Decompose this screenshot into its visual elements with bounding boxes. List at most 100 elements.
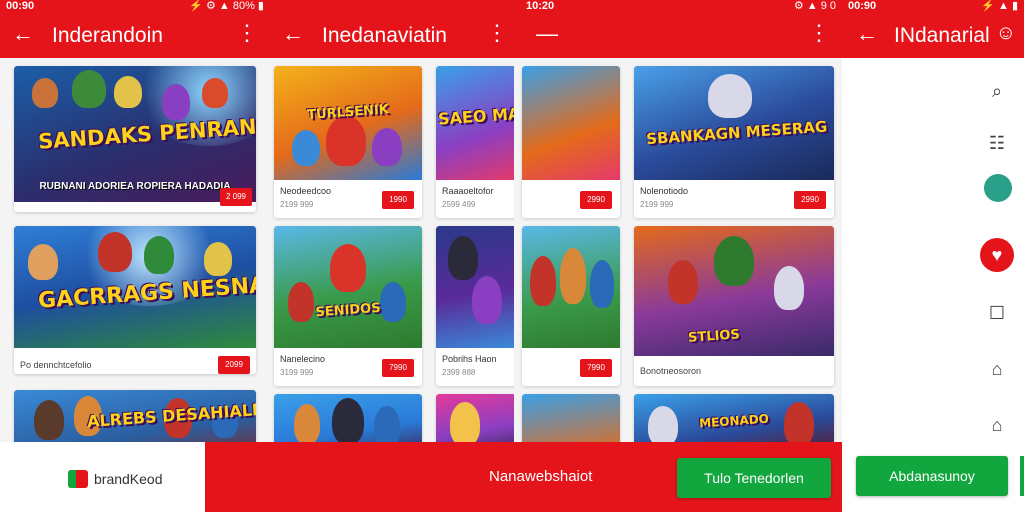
home-outline-icon[interactable]: ⌂: [982, 410, 1012, 440]
game-cover-image: [522, 394, 620, 442]
next-button-edge[interactable]: [1020, 456, 1024, 496]
game-card[interactable]: TURLSENIK Neodeedcoo 2199 999 1990: [274, 66, 422, 218]
game-card[interactable]: SANDAKS PENRANKO RUBNANI ADORIEA ROPIERA…: [14, 66, 256, 212]
overflow-menu-icon[interactable]: ⋮: [486, 22, 508, 44]
favorite-heart-icon[interactable]: ♥: [980, 238, 1014, 272]
game-cover-image: SANDAKS PENRANKO RUBNANI ADORIEA ROPIERA…: [14, 66, 256, 202]
game-grid-panel: 2990 7990 SBANKAGN MESERAG Nolenotiodo 2…: [514, 58, 842, 442]
game-banner-text: GACRRAGS NESNANI: [37, 270, 256, 314]
back-arrow-icon[interactable]: ←: [856, 23, 878, 45]
status-bar: 00:90 ⚡ ⚙ ▲ 80% ▮: [0, 0, 270, 13]
menu-icon[interactable]: —: [536, 23, 558, 45]
game-card[interactable]: SENIDOS Nanelecino 3199 999 7990: [274, 226, 422, 386]
game-meta: 3199 999: [280, 368, 314, 377]
app-bar: ← INdanarial ☺: [842, 13, 1024, 58]
status-icons: ⚡ ▲ ▮: [981, 0, 1018, 12]
game-meta: 2399 888: [442, 368, 476, 377]
game-card[interactable]: SAEO MAHI Raaaoeltofor 2599 499: [436, 66, 516, 218]
profile-avatar[interactable]: [984, 174, 1012, 202]
game-card[interactable]: 2990: [522, 66, 620, 218]
game-cover-image: MEONADO: [634, 394, 834, 442]
game-banner-text: TURLSENIK: [306, 102, 390, 123]
game-card[interactable]: 7990: [522, 226, 620, 386]
price-button[interactable]: 2990: [580, 191, 612, 209]
game-cover-image: SBANKAGN MESERAG: [634, 66, 834, 180]
status-bar: [270, 0, 520, 13]
back-arrow-icon[interactable]: ←: [12, 23, 34, 45]
status-time: 00:90: [848, 0, 877, 12]
price-button[interactable]: 2099: [218, 356, 250, 374]
game-cover-image: STLIOS: [634, 226, 834, 356]
chat-icon[interactable]: ☷: [982, 128, 1012, 158]
app-title: INdanarial: [894, 24, 990, 47]
status-icons: ⚙ ▲ 9 0: [793, 0, 836, 12]
game-banner-text: STLIOS: [687, 327, 741, 346]
install-button[interactable]: Tulo Tenedorlen: [677, 458, 831, 498]
search-icon[interactable]: ⌕: [982, 76, 1012, 106]
game-card[interactable]: [522, 394, 620, 442]
status-bar: 00:90 ⚡ ▲ ▮: [842, 0, 1024, 13]
game-cover-image: TURLSENIK: [274, 66, 422, 180]
brand-logo-icon: [68, 470, 88, 488]
app-bar: ← Inedanaviatin ⋮: [270, 13, 520, 58]
overflow-menu-icon[interactable]: ⋮: [236, 22, 258, 44]
game-meta: 2199 999: [280, 200, 314, 209]
game-name: Nolenotiodo: [640, 186, 689, 196]
app-collage: 00:90 ⚡ ⚙ ▲ 80% ▮ ← Inderandoin ⋮ SANDAK…: [0, 0, 1024, 512]
bottom-action-bar: Nanawebshaiot Tulo Tenedorlen: [205, 442, 842, 512]
game-info-text: Bonotneosoron: [640, 366, 702, 376]
game-banner-text: SAEO MAHI: [436, 102, 516, 129]
overflow-menu-icon[interactable]: ⋮: [808, 22, 830, 44]
bottom-bar: Abdanasunoy: [842, 442, 1024, 512]
status-bar: 10:20 ⚙ ▲ 9 0: [520, 0, 842, 13]
status-time: 10:20: [526, 0, 555, 12]
game-banner-text: SBANKAGN MESERAG: [645, 117, 828, 149]
status-icons: ⚡ ⚙ ▲ 80% ▮: [189, 0, 264, 12]
game-name: Nanelecino: [280, 354, 326, 364]
back-arrow-icon[interactable]: ←: [282, 23, 304, 45]
game-banner-text: SANDAKS PENRANKO: [37, 112, 256, 154]
document-icon[interactable]: ☐: [982, 298, 1012, 328]
game-card[interactable]: Pobrihs Haon 2399 888: [436, 226, 516, 386]
price-button[interactable]: 7990: [382, 359, 414, 377]
game-cover-image: SENIDOS: [274, 226, 422, 348]
game-card[interactable]: ALREBS DESAHIALI: [14, 390, 256, 442]
game-cover-image: [436, 226, 516, 348]
game-meta: 2199 999: [640, 200, 674, 209]
game-card[interactable]: GACRRAGS NESNANI Po dennchtcefolio 2099: [14, 226, 256, 374]
status-time: 00:90: [6, 0, 35, 12]
game-cover-image: [522, 66, 620, 180]
game-card[interactable]: SBANKAGN MESERAG Nolenotiodo 2199 999 29…: [634, 66, 834, 218]
download-button[interactable]: Abdanasunoy: [856, 456, 1008, 496]
app-bar: ← Inderandoin ⋮: [0, 13, 270, 58]
game-cover-image: ALREBS DESAHIALI: [14, 390, 256, 442]
bottom-bar: brandKeod: [0, 442, 205, 512]
side-rail: ⌕ ☷ ♥ ☐ ⌂ ⌂: [842, 58, 1024, 442]
brand-label: brandKeod: [94, 471, 163, 487]
game-grid-panel: TURLSENIK Neodeedcoo 2199 999 1990 SAEO …: [270, 58, 520, 442]
price-button[interactable]: 1990: [382, 191, 414, 209]
game-banner-text: ALREBS DESAHIALI: [86, 400, 256, 432]
game-name: Neodeedcoo: [280, 186, 332, 196]
game-cover-image: [436, 394, 516, 442]
game-card[interactable]: [274, 394, 422, 442]
game-cover-image: GACRRAGS NESNANI: [14, 226, 256, 348]
price-button[interactable]: 7990: [580, 359, 612, 377]
game-card[interactable]: [436, 394, 516, 442]
game-info-text: Po dennchtcefolio: [20, 360, 92, 370]
game-card[interactable]: STLIOS Bonotneosoron: [634, 226, 834, 386]
app-bar: — ⋮: [520, 13, 842, 58]
game-cover-image: SAEO MAHI: [436, 66, 516, 180]
game-meta: 2599 499: [442, 200, 476, 209]
game-card[interactable]: MEONADO: [634, 394, 834, 442]
app-title: Inderandoin: [52, 24, 163, 47]
app-title: Inedanaviatin: [322, 24, 447, 47]
bottom-action-label: Nanawebshaiot: [489, 468, 593, 485]
price-button[interactable]: 2990: [794, 191, 826, 209]
game-banner-text: MEONADO: [698, 411, 770, 431]
home-icon[interactable]: ⌂: [982, 354, 1012, 384]
emoji-icon[interactable]: ☺: [996, 22, 1016, 44]
game-cover-image: [274, 394, 422, 442]
price-button[interactable]: 2 099: [220, 188, 252, 206]
game-cover-image: [522, 226, 620, 348]
